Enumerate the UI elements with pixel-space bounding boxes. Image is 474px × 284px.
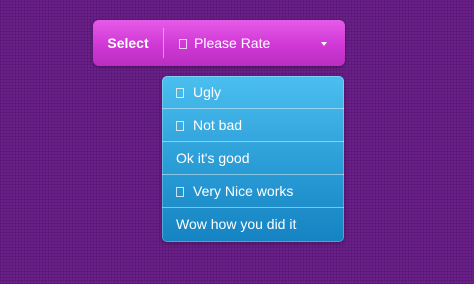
select-value-text: Please Rate xyxy=(194,35,271,51)
menu-item-ok-its-good[interactable]: Ok it's good xyxy=(162,142,344,175)
rate-icon xyxy=(179,39,187,49)
not-bad-icon xyxy=(176,121,184,131)
ugly-icon xyxy=(176,88,184,98)
very-nice-icon xyxy=(176,187,184,197)
rating-select[interactable]: Select Please Rate xyxy=(93,20,345,66)
caret-down-icon[interactable] xyxy=(321,42,327,46)
menu-item-label: Ugly xyxy=(193,83,222,100)
menu-item-very-nice-works[interactable]: Very Nice works xyxy=(162,175,344,208)
menu-item-not-bad[interactable]: Not bad xyxy=(162,109,344,142)
select-label: Select xyxy=(107,35,149,51)
select-value[interactable]: Please Rate xyxy=(179,20,270,66)
rating-dropdown: Ugly Not bad Ok it's good Very Nice work… xyxy=(162,76,344,242)
menu-item-label: Ok it's good xyxy=(176,149,250,166)
menu-item-wow[interactable]: Wow how you did it xyxy=(162,208,344,241)
menu-item-label: Wow how you did it xyxy=(176,216,297,232)
select-divider xyxy=(163,28,164,58)
menu-item-ugly[interactable]: Ugly xyxy=(162,76,344,109)
menu-item-label: Not bad xyxy=(193,116,243,133)
menu-item-label: Very Nice works xyxy=(193,182,294,199)
